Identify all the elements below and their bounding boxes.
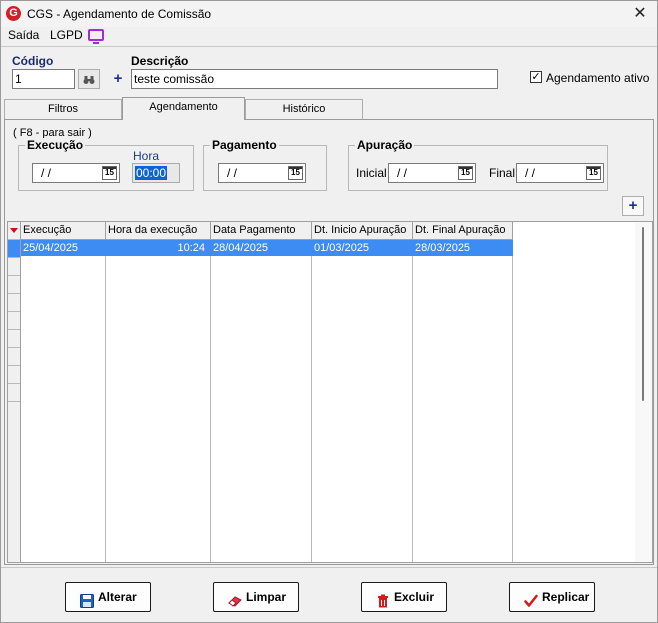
tab-historico-label: Histórico [282, 103, 326, 115]
apuracao-group: Apuração Inicial / / 15 Final / / 15 [348, 138, 608, 191]
search-button[interactable] [78, 69, 100, 89]
row-indicator[interactable] [8, 258, 20, 276]
menu-item-lgpd[interactable]: LGPD [50, 28, 83, 42]
agendamento-ativo-label: Agendamento ativo [546, 71, 650, 85]
window-title: CGS - Agendamento de Comissão [27, 7, 212, 21]
replicar-label: Replicar [542, 590, 590, 604]
app-logo-icon: G [6, 6, 21, 21]
col-header-inicio-apuracao[interactable]: Dt. Inicio Apuração [312, 222, 413, 240]
cell-final-apuracao: 28/03/2025 [415, 242, 471, 254]
agendamento-ativo-checkbox[interactable]: ✓ [530, 71, 542, 83]
add-icon[interactable]: + [111, 71, 125, 86]
row-indicator[interactable] [8, 276, 20, 294]
cell-pagamento: 28/04/2025 [213, 242, 269, 254]
tab-filtros-label: Filtros [48, 103, 78, 115]
row-indicator[interactable] [8, 240, 20, 258]
alterar-label: Alterar [98, 590, 137, 604]
hora-label: Hora [133, 149, 160, 163]
schedule-grid[interactable]: Execução Hora da execução Data Pagamento… [7, 221, 653, 563]
main-window: G CGS - Agendamento de Comissão ✕ Saída … [0, 0, 658, 623]
row-indicator[interactable] [8, 348, 20, 366]
calendar-icon[interactable]: 15 [102, 166, 117, 180]
sort-arrow-icon [10, 228, 18, 233]
replicar-button[interactable]: Replicar [509, 582, 595, 612]
excluir-label: Excluir [394, 590, 435, 604]
tab-agendamento-label: Agendamento [149, 101, 218, 113]
inicial-date-input[interactable]: / / 15 [388, 163, 476, 183]
row-indicator-column [8, 222, 21, 562]
menu-item-saida[interactable]: Saída [8, 28, 39, 42]
menu-bar: Saída LGPD [1, 27, 657, 45]
limpar-button[interactable]: Limpar [213, 582, 299, 612]
cell-inicio-apuracao: 01/03/2025 [314, 242, 370, 254]
row-indicator[interactable] [8, 384, 20, 402]
title-bar: G CGS - Agendamento de Comissão ✕ [1, 1, 657, 27]
execucao-date-value: / / [41, 166, 52, 180]
col-header-pagamento[interactable]: Data Pagamento [211, 222, 312, 240]
col-divider [311, 240, 312, 562]
cell-hora: 10:24 [177, 242, 205, 254]
save-icon [80, 590, 94, 608]
close-button[interactable]: ✕ [629, 3, 651, 25]
pagamento-group: Pagamento / / 15 [203, 138, 327, 191]
final-date-value: / / [525, 166, 536, 180]
calendar-icon[interactable]: 15 [586, 166, 601, 180]
hora-value: 00:00 [135, 166, 168, 180]
col-divider [412, 240, 413, 562]
final-date-input[interactable]: / / 15 [516, 163, 604, 183]
trash-icon [376, 590, 390, 608]
row-indicator[interactable] [8, 294, 20, 312]
calendar-icon[interactable]: 15 [458, 166, 473, 180]
eraser-icon [228, 590, 242, 607]
inicial-label: Inicial [356, 166, 387, 180]
descricao-input[interactable]: teste comissão [131, 69, 498, 89]
inicial-date-value: / / [397, 166, 408, 180]
pagamento-title: Pagamento [210, 138, 279, 152]
apuracao-title: Apuração [355, 138, 415, 152]
action-bar: Alterar Limpar Excluir Replicar [1, 567, 657, 622]
col-header-execucao[interactable]: Execução [21, 222, 106, 240]
col-header-final-apuracao[interactable]: Dt. Final Apuração [413, 222, 513, 240]
hora-input[interactable]: 00:00 [132, 163, 180, 183]
tab-filtros[interactable]: Filtros [4, 99, 122, 119]
calendar-icon[interactable]: 15 [288, 166, 303, 180]
tab-agendamento[interactable]: Agendamento [122, 97, 245, 120]
checkmark-icon [524, 590, 538, 607]
limpar-label: Limpar [246, 590, 287, 604]
monitor-icon[interactable] [88, 29, 104, 44]
binoculars-icon [83, 74, 95, 84]
menu-divider [1, 46, 657, 47]
scroll-thumb[interactable] [642, 227, 644, 401]
codigo-label: Código [12, 54, 54, 68]
tab-historico[interactable]: Histórico [245, 99, 363, 119]
execucao-group: Execução / / 15 Hora 00:00 [18, 138, 194, 191]
col-header-hora[interactable]: Hora da execução [106, 222, 211, 240]
sort-indicator[interactable] [8, 222, 20, 240]
row-indicator[interactable] [8, 366, 20, 384]
execucao-title: Execução [25, 138, 86, 152]
alterar-button[interactable]: Alterar [65, 582, 151, 612]
row-indicator[interactable] [8, 330, 20, 348]
tab-strip: Filtros Agendamento Histórico [1, 97, 657, 120]
col-divider [210, 240, 211, 562]
pagamento-date-value: / / [227, 166, 238, 180]
execucao-date-input[interactable]: / / 15 [32, 163, 120, 183]
col-divider [512, 240, 513, 562]
vertical-scrollbar[interactable] [635, 222, 652, 562]
table-row[interactable]: 25/04/2025 10:24 28/04/2025 01/03/2025 2… [21, 240, 513, 256]
pagamento-date-input[interactable]: / / 15 [218, 163, 306, 183]
final-label: Final [489, 166, 516, 180]
cell-execucao: 25/04/2025 [23, 242, 79, 254]
add-schedule-button[interactable]: + [622, 196, 644, 216]
excluir-button[interactable]: Excluir [361, 582, 447, 612]
descricao-label: Descrição [131, 54, 189, 68]
col-divider [105, 240, 106, 562]
row-indicator[interactable] [8, 312, 20, 330]
codigo-input[interactable]: 1 [12, 69, 75, 89]
